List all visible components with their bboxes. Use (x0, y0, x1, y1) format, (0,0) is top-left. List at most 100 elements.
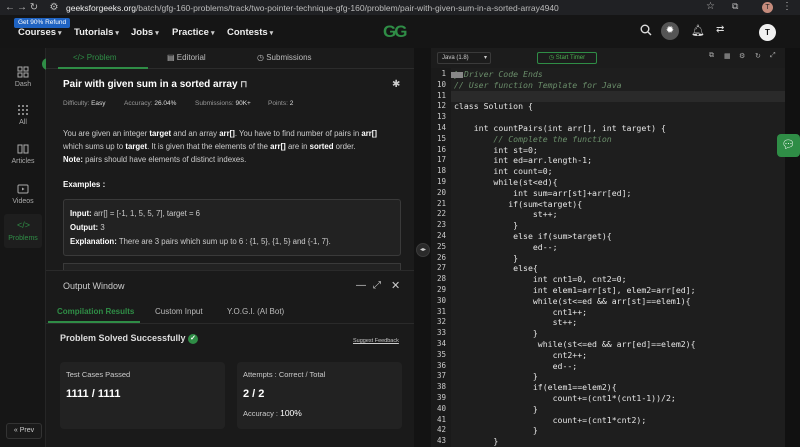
url-path: /batch/gfg-160-problems/track/two-pointe… (135, 2, 559, 13)
code-line[interactable]: } (454, 371, 538, 382)
search-icon[interactable] (640, 24, 652, 36)
code-line[interactable]: int cnt1=0, cnt2=0; (454, 274, 627, 285)
code-line[interactable]: class Solution { (454, 101, 533, 112)
sidebar-item-problems[interactable]: </> Problems (4, 214, 42, 248)
bookmark-star-icon[interactable]: ☆ (706, 1, 718, 13)
code-line[interactable]: ed--; (454, 242, 558, 253)
fullscreen-icon[interactable]: ⤢ (770, 52, 776, 60)
code-line[interactable]: int ed=arr.length-1; (454, 155, 592, 166)
accuracy-row: Accuracy : 100% (243, 408, 302, 418)
site-info-icon[interactable]: ⚙ (48, 2, 60, 14)
divider (46, 323, 414, 324)
code-line[interactable]: } (454, 220, 518, 231)
code-line[interactable]: cnt1++; (454, 307, 588, 318)
expand-icon[interactable]: ⤢ (373, 280, 381, 291)
code-line[interactable]: } (454, 436, 498, 447)
desc-text: You are given an integer (63, 129, 150, 138)
pane-resize-handle[interactable]: ◂▸ (416, 243, 430, 257)
copy-icon[interactable]: ⧉ (709, 52, 714, 60)
layout-icon[interactable]: ▦ (724, 52, 731, 60)
dashboard-icon (17, 66, 29, 78)
meta-accuracy: Accuracy: 26.04% (124, 100, 176, 107)
editor-scrollbar[interactable] (785, 48, 800, 447)
code-line[interactable]: st++; (454, 209, 558, 220)
tab-problem[interactable]: </> Problem (73, 53, 117, 62)
code-line[interactable]: while(st<=ed && arr[ed]==elem2){ (454, 339, 696, 350)
code-line[interactable]: // Complete the function (454, 134, 611, 145)
reset-icon[interactable]: ↻ (755, 52, 761, 60)
code-line[interactable]: if(elem1==elem2){ (454, 382, 617, 393)
minimize-icon[interactable]: — (356, 280, 366, 291)
sidebar-item-videos[interactable]: Videos (4, 183, 42, 205)
reload-icon[interactable]: ↻ (28, 2, 40, 14)
attempts-value: 2 / 2 (243, 388, 265, 400)
code-line[interactable]: cnt2++; (454, 350, 588, 361)
bell-icon[interactable]: 🔔︎ (691, 24, 705, 37)
code-line[interactable]: while(st<=ed && arr[st]==elem1){ (454, 296, 691, 307)
nav-tutorials[interactable]: Tutorials ▾ (74, 27, 119, 38)
line-number: 29 (436, 285, 446, 294)
code-line[interactable]: count+=(cnt1*cnt2); (454, 415, 647, 426)
code-line[interactable]: int elem1=arr[st], elem2=arr[ed]; (454, 285, 696, 296)
browser-profile-avatar[interactable]: T (762, 2, 773, 13)
nav-practice[interactable]: Practice ▾ (172, 27, 215, 38)
line-number: 39 (436, 393, 446, 402)
tab-submissions[interactable]: ◷ Submissions (257, 53, 312, 62)
chat-icon: 💬︎ (781, 139, 796, 151)
code-line[interactable]: while(st<ed){ (454, 177, 557, 188)
start-timer-label: Start Timer (555, 55, 586, 61)
code-line[interactable]: } (454, 328, 538, 339)
code-line[interactable]: int sum=arr[st]+arr[ed]; (454, 188, 631, 199)
bookmark-icon[interactable]: ⊓ (240, 79, 247, 89)
gfg-logo[interactable]: GG (383, 22, 407, 42)
output-window-title: Output Window (63, 281, 125, 291)
code-line[interactable]: int count=0; (454, 166, 552, 177)
language-select[interactable]: Java (1.8) ▾ (437, 52, 491, 64)
desc-bold: arr[] (361, 129, 378, 138)
forward-icon[interactable]: → (16, 2, 28, 14)
code-line[interactable]: // User function Template for Java (454, 80, 622, 91)
solved-status: Problem Solved Successfully ✓ (60, 333, 199, 344)
line-number: 31 (436, 306, 446, 316)
code-line[interactable]: int st=0; (454, 145, 537, 156)
sidebar-item-articles[interactable]: Articles (4, 143, 42, 165)
sidebar-item-dash[interactable]: Dash (4, 66, 42, 88)
back-icon[interactable]: ← (4, 2, 16, 14)
tab-yogi-ai-bot[interactable]: Y.O.G.I. (AI Bot) (227, 307, 284, 316)
code-line[interactable]: st++; (454, 317, 578, 328)
extensions-icon[interactable]: ⧉ (732, 1, 744, 13)
chat-button[interactable]: 💬︎ (777, 134, 800, 157)
code-line[interactable]: } (454, 253, 518, 264)
code-line[interactable]: else if(sum>target){ (454, 231, 612, 242)
nav-contests[interactable]: Contests ▾ (227, 27, 273, 38)
close-icon[interactable]: ✕ (391, 279, 400, 292)
translate-icon[interactable]: ⇄ (716, 24, 724, 35)
tab-editorial[interactable]: ▤ Editorial (167, 53, 206, 62)
code-line[interactable]: int countPairs(int arr[], int target) { (454, 123, 666, 134)
code-line[interactable]: } (454, 404, 538, 415)
nav-courses[interactable]: Courses ▾ (18, 27, 62, 38)
code-line[interactable]: } Driver Code Ends (454, 69, 543, 80)
prev-button[interactable]: « Prev (6, 423, 42, 439)
tab-custom-input[interactable]: Custom Input (155, 307, 203, 316)
suggest-feedback-link[interactable]: Suggest Feedback (353, 338, 399, 344)
theme-toggle[interactable]: ✹ (661, 22, 679, 40)
sidebar-item-all[interactable]: All (4, 104, 42, 126)
tab-compilation-results[interactable]: Compilation Results (57, 307, 134, 316)
user-avatar[interactable]: T (759, 24, 776, 41)
code-line[interactable]: count+=(cnt1*(cnt1-1))/2; (454, 393, 676, 404)
language-select-value: Java (1.8) (442, 55, 469, 61)
fold-marker[interactable] (451, 72, 463, 78)
code-line[interactable]: else{ (454, 263, 538, 274)
code-line[interactable]: ed--; (454, 361, 578, 372)
code-line[interactable]: } (454, 425, 538, 436)
nav-jobs[interactable]: Jobs ▾ (131, 27, 159, 38)
address-bar[interactable]: geeksforgeeks.org/batch/gfg-160-problems… (66, 3, 559, 13)
code-line[interactable]: if(sum<target){ (454, 199, 582, 210)
browser-menu-icon[interactable]: ⋮ (782, 1, 792, 12)
example-output: Output: 3 (70, 223, 105, 232)
bug-report-icon[interactable]: ✱ (392, 79, 400, 90)
settings-icon[interactable]: ⚙ (739, 52, 745, 60)
line-number: 10 (436, 79, 446, 89)
start-timer-button[interactable]: ◷ Start Timer (537, 52, 597, 64)
